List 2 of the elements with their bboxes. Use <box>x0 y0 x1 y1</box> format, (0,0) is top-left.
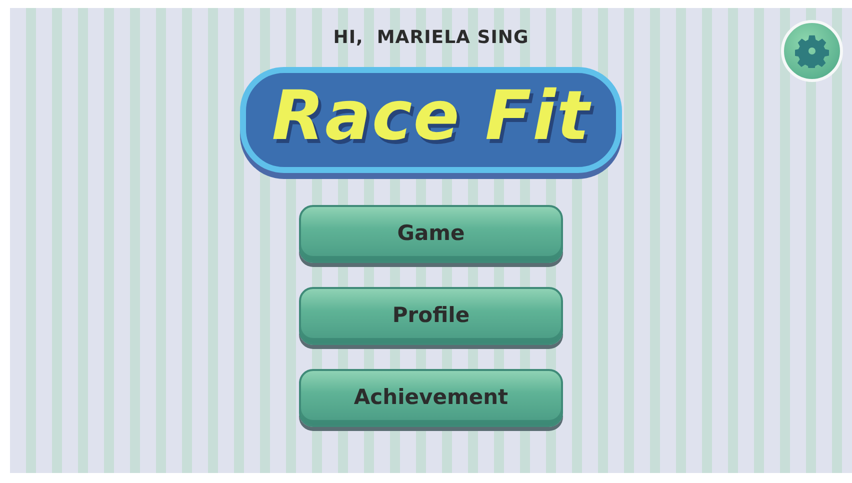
settings-icon <box>795 34 829 68</box>
greeting-text: HI, MARIELA SING <box>333 26 529 50</box>
